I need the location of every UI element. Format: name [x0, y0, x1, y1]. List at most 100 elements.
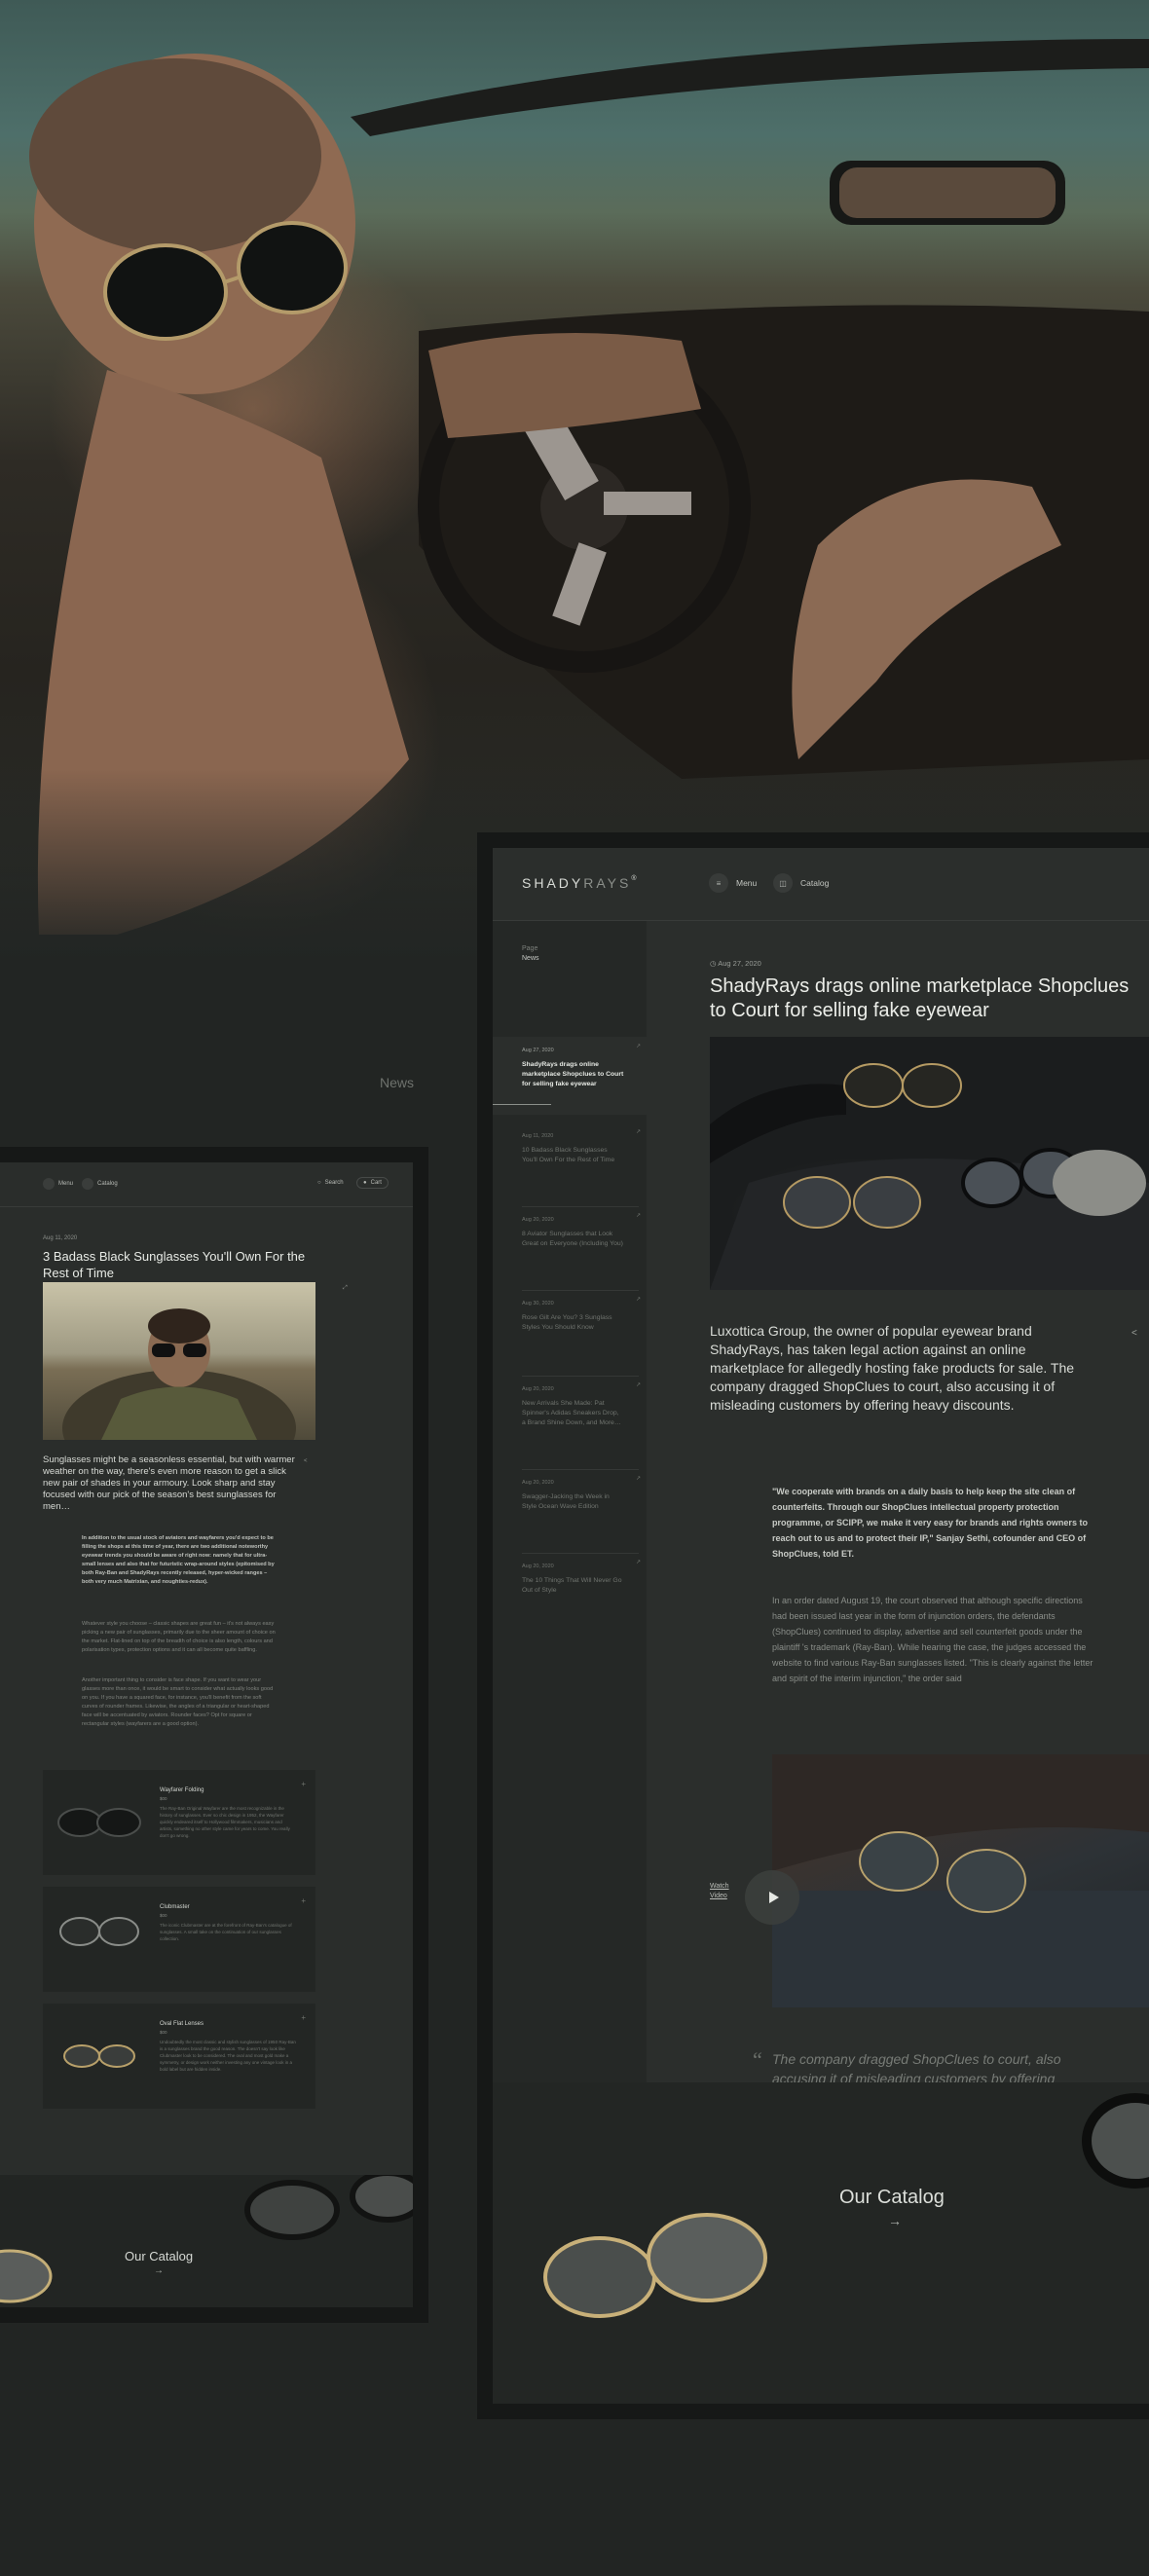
news-item-date: Aug 11, 2020: [522, 1133, 554, 1139]
product-name: Clubmaster: [160, 1904, 190, 1910]
play-icon: [768, 1892, 779, 1903]
product-price: $00: [160, 2030, 167, 2035]
left-device-frame: Menu Catalog ○ Search ● Cart Aug 11, 202…: [0, 1147, 428, 2323]
catalog-button[interactable]: ◫ Catalog: [773, 873, 829, 893]
menu-icon: [43, 1178, 55, 1190]
left-search-button[interactable]: ○ Search: [317, 1180, 344, 1186]
clock-icon: ◷: [710, 959, 717, 968]
product-name: Wayfarer Folding: [160, 1787, 204, 1793]
left-cart-label: Cart: [370, 1180, 382, 1186]
left-cart-button[interactable]: ● Cart: [356, 1177, 389, 1189]
left-article-date: Aug 11, 2020: [43, 1235, 78, 1241]
left-expand-icon[interactable]: ⤢: [343, 1285, 348, 1292]
news-item-title: 10 Badass Black Sunglasses You'll Own Fo…: [522, 1147, 615, 1163]
sunglasses-photo: [710, 1063, 1149, 1290]
catalog-icon: ◫: [773, 873, 793, 893]
news-list-item[interactable]: Aug 27, 2020 ShadyRays drags online mark…: [493, 1037, 647, 1115]
left-catalog-section[interactable]: Our Catalog →: [0, 2175, 413, 2307]
left-share-icon[interactable]: <: [304, 1458, 308, 1464]
article-lead: Luxottica Group, the owner of popular ey…: [710, 1323, 1075, 1413]
product-image: [57, 1808, 141, 1837]
news-item-date: Aug 30, 2020: [522, 1301, 554, 1306]
news-item-date: Aug 27, 2020: [522, 1048, 554, 1053]
logo-mark: ®: [631, 875, 640, 882]
right-device-frame: SHADYRAYS® ≡ Menu ◫ Catalog Page News Au…: [477, 832, 1149, 2419]
catalog-sunglasses-image: [543, 2093, 1149, 2318]
search-icon: ○: [317, 1180, 321, 1186]
news-list-item[interactable]: Aug 20, 2020 The 10 Things That Will Nev…: [493, 1553, 647, 1631]
news-list-item[interactable]: Aug 20, 2020 Swagger-Jacking the Week in…: [493, 1469, 647, 1547]
add-icon[interactable]: +: [301, 2013, 306, 2022]
product-image: [59, 1917, 139, 1946]
video-thumbnail[interactable]: [772, 1754, 1149, 2007]
article-date-text: Aug 27, 2020: [718, 959, 761, 968]
news-item-date: Aug 20, 2020: [522, 1480, 554, 1486]
news-item-date: Aug 20, 2020: [522, 1217, 554, 1223]
pilot-illustration: [62, 1308, 296, 1440]
product-card[interactable]: Wayfarer Folding $00 The Ray-Ban Origina…: [43, 1770, 315, 1875]
catalog-section[interactable]: Our Catalog →: [493, 2082, 1149, 2404]
product-description: The Ray-Ban Original Wayfarer are the mo…: [160, 1806, 290, 1838]
news-list-item[interactable]: Aug 30, 2020 Rose Gilt Are You? 3 Sungla…: [493, 1290, 647, 1368]
external-link-icon: ↗: [635, 1476, 641, 1482]
external-link-icon: ↗: [635, 1213, 641, 1219]
external-link-icon: ↗: [635, 1382, 641, 1388]
catalog-icon: [82, 1178, 93, 1190]
article-main-image: [710, 1037, 1149, 1290]
news-list-item[interactable]: Aug 20, 2020 New Arrivals She Made: Pat …: [493, 1376, 647, 1454]
cart-icon: ●: [363, 1180, 367, 1186]
menu-label: Menu: [736, 878, 758, 888]
catalog-sunglasses-image: [0, 2175, 413, 2303]
left-menu-button[interactable]: Menu: [43, 1178, 73, 1190]
share-icon[interactable]: <: [1131, 1328, 1137, 1339]
product-price: $00: [160, 1796, 167, 1801]
active-indicator: [493, 1104, 551, 1105]
menu-icon: ≡: [709, 873, 728, 893]
product-name: Oval Flat Lenses: [160, 2021, 204, 2027]
left-search-label: Search: [324, 1180, 344, 1186]
left-article-quote: In addition to the usual stock of aviato…: [82, 1535, 275, 1585]
shadyrays-logo[interactable]: SHADYRAYS®: [522, 875, 640, 891]
news-item-title: Swagger-Jacking the Week in Style Ocean …: [522, 1493, 610, 1510]
external-link-icon: ↗: [635, 1297, 641, 1303]
catalog-title: Our Catalog: [839, 2187, 945, 2208]
left-article-title: 3 Badass Black Sunglasses You'll Own For…: [43, 1249, 306, 1280]
product-card[interactable]: Clubmaster $00 The iconic Clubmaster are…: [43, 1887, 315, 1992]
left-catalog-button[interactable]: Catalog: [82, 1178, 118, 1190]
play-button[interactable]: [745, 1870, 799, 1925]
quote-mark-icon: “: [753, 2047, 762, 2072]
product-image: [63, 2044, 135, 2068]
external-link-icon: ↗: [635, 1560, 641, 1565]
news-label: News: [380, 1075, 415, 1090]
left-article-paragraph: Another important thing to consider is f…: [82, 1677, 274, 1727]
news-item-title: The 10 Things That Will Never Go Out of …: [522, 1577, 622, 1594]
news-item-date: Aug 20, 2020: [522, 1386, 554, 1392]
left-menu-label: Menu: [58, 1181, 74, 1187]
product-card[interactable]: Oval Flat Lenses $00 Undoubtedly the mos…: [43, 2004, 315, 2109]
add-icon[interactable]: +: [301, 1780, 306, 1788]
article-date: ◷ Aug 27, 2020: [710, 959, 761, 968]
news-list-item[interactable]: Aug 20, 2020 8 Aviator Sunglasses that L…: [493, 1206, 647, 1284]
news-item-title: ShadyRays drags online marketplace Shopc…: [522, 1061, 624, 1087]
add-icon[interactable]: +: [301, 1896, 306, 1905]
external-link-icon: ↗: [635, 1044, 641, 1049]
watch-video-link[interactable]: Watch Video: [710, 1882, 739, 1901]
page-value: News: [522, 955, 539, 962]
arrow-right-icon[interactable]: →: [154, 2265, 164, 2276]
left-top-bar: Menu Catalog ○ Search ● Cart: [0, 1162, 413, 1207]
news-item-title: New Arrivals She Made: Pat Spinner's Adi…: [522, 1400, 621, 1426]
logo-bold: SHADY: [522, 875, 584, 891]
article-paragraph: In an order dated August 19, the court o…: [772, 1596, 1093, 1683]
left-page: Menu Catalog ○ Search ● Cart Aug 11, 202…: [0, 1162, 413, 2307]
news-item-date: Aug 20, 2020: [522, 1564, 554, 1569]
right-top-bar: SHADYRAYS® ≡ Menu ◫ Catalog: [493, 848, 1149, 921]
logo-light: RAYS: [583, 875, 632, 891]
product-description: Undoubtedly the most classic and stylish…: [160, 2040, 296, 2072]
left-article-image: [43, 1282, 315, 1440]
external-link-icon: ↗: [635, 1129, 641, 1135]
menu-button[interactable]: ≡ Menu: [709, 873, 757, 893]
arrow-right-icon[interactable]: →: [888, 2213, 902, 2228]
catalog-label: Catalog: [800, 878, 830, 888]
right-page: SHADYRAYS® ≡ Menu ◫ Catalog Page News Au…: [493, 848, 1149, 2404]
news-list-item[interactable]: Aug 11, 2020 10 Badass Black Sunglasses …: [493, 1122, 647, 1200]
